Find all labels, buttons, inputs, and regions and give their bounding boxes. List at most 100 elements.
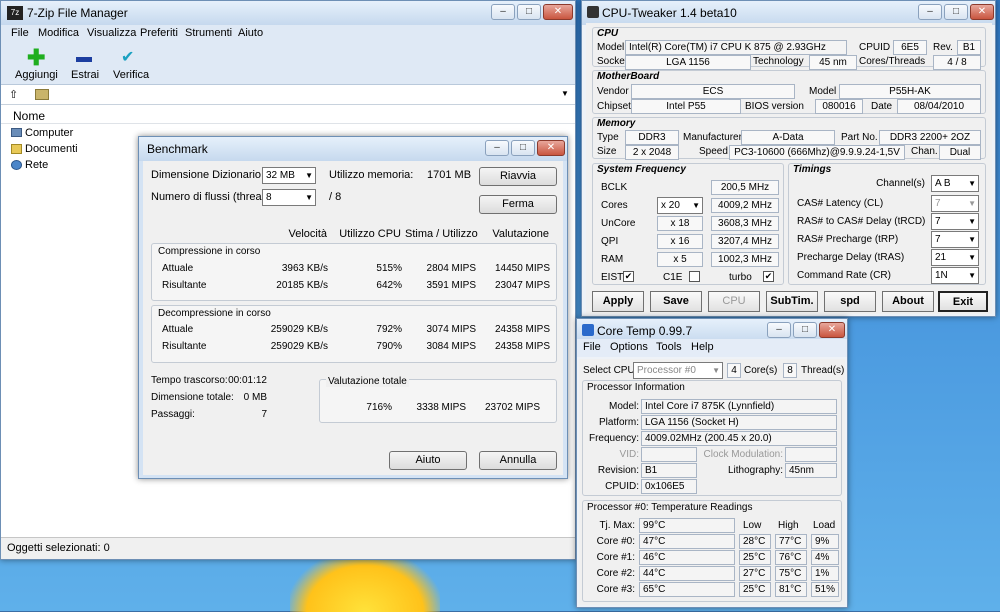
cpu-tweaker-titlebar[interactable]: CPU-Tweaker 1.4 beta10 – □ ✕ [582,1,995,25]
uncore-freq-field: 3608,3 MHz [711,216,779,231]
close-button[interactable]: ✕ [537,140,565,156]
tjmax-field: 99°C [639,518,735,533]
eist-checkbox[interactable]: ✔ [623,271,634,282]
window-title: 7-Zip File Manager [27,6,128,20]
menu-modifica[interactable]: Modifica [38,27,79,39]
tree-label: Rete [25,159,49,171]
subtimings-button[interactable]: SubTim. [766,291,818,312]
7zip-titlebar[interactable]: 7z 7-Zip File Manager – □ ✕ [1,1,575,25]
maximize-button[interactable]: □ [511,140,535,156]
help-button[interactable]: Aiuto [389,451,467,470]
select-cpu-dropdown[interactable]: Processor #0 [633,362,723,379]
c1e-checkbox[interactable] [689,271,700,282]
save-button[interactable]: Save [650,291,702,312]
core-high: 75°C [775,566,807,581]
close-button[interactable]: ✕ [543,4,573,20]
cancel-button[interactable]: Annulla [479,451,557,470]
mem-size-field: 2 x 2048 [625,145,679,160]
maximize-button[interactable]: □ [793,322,817,338]
trp-select[interactable]: 7 [931,231,979,248]
speed-value: 259029 KB/s [270,341,328,352]
cas-latency-select[interactable]: 7 [931,195,979,212]
7zip-menubar: File Modifica Visualizza Preferiti Strum… [1,25,575,43]
close-button[interactable]: ✕ [970,4,994,20]
trcd-select[interactable]: 7 [931,213,979,230]
menu-preferiti[interactable]: Preferiti [140,27,178,39]
turbo-checkbox[interactable]: ✔ [763,271,774,282]
column-name[interactable]: Nome [13,109,45,123]
address-bar[interactable]: ⇧ ▼ [1,86,575,105]
group-title: Memory [597,118,636,129]
network-icon [11,160,22,170]
status-text: Oggetti selezionati: 0 [7,542,110,554]
about-button[interactable]: About [882,291,934,312]
tras-select[interactable]: 21 [931,249,979,266]
menu-tools[interactable]: Tools [656,341,682,353]
minimize-button[interactable]: – [491,4,515,20]
up-folder-icon[interactable]: ⇧ [9,88,18,101]
memory-label: Utilizzo memoria: [329,169,414,181]
extract-button[interactable]: Estrai [69,47,103,83]
cas-latency-label: CAS# Latency (CL) [797,198,884,209]
model-label: Model: [608,401,639,412]
menu-visualizza[interactable]: Visualizza [87,27,136,39]
rev-label: Rev. [933,42,953,53]
dictionary-select[interactable]: 32 MB [262,167,316,184]
elapsed-label: Tempo trascorso: [151,375,228,386]
extract-button-label: Estrai [71,69,100,81]
total-rating-group: Valutazione totale 716% 3338 MIPS 23702 … [319,376,557,423]
channels-select[interactable]: A B [931,175,979,192]
maximize-button[interactable]: □ [944,4,968,20]
core-low: 28°C [739,534,771,549]
menu-help[interactable]: Help [691,341,714,353]
spd-button[interactable]: spd [824,291,876,312]
model-field: Intel Core i7 875K (Lynnfield) [641,399,837,414]
menu-aiuto[interactable]: Aiuto [238,27,263,39]
add-button[interactable]: ✚ Aggiungi [13,47,59,83]
threads-count: 8 [783,363,797,378]
7zip-app-icon: 7z [7,6,23,20]
exit-button[interactable]: Exit [938,291,988,312]
menu-strumenti[interactable]: Strumenti [185,27,232,39]
cores-multiplier-select[interactable]: x 20 [657,197,703,214]
platform-field: LGA 1156 (Socket H) [641,415,837,430]
core-temp: 65°C [639,582,735,597]
dictionary-label: Dimensione Dizionario: [151,169,265,181]
stop-button[interactable]: Ferma [479,195,557,214]
compression-group: Compressione in corso Attuale 3963 KB/s … [151,243,557,301]
drive-icon [35,89,49,100]
menu-file[interactable]: File [583,341,601,353]
tjmax-label: Tj. Max: [599,520,635,531]
menu-file[interactable]: File [11,27,29,39]
part-number-field: DDR3 2200+ 2OZ [879,130,981,145]
chipset-field: Intel P55 [631,99,741,114]
apply-button[interactable]: Apply [592,291,644,312]
total-size-value: 0 MB [243,392,267,403]
app-icon [587,6,599,18]
tweaker-body: CPU Model Intel(R) Core(TM) i7 CPU K 875… [586,23,992,314]
passes-label: Passaggi: [151,409,195,420]
cpu-button[interactable]: CPU [708,291,760,312]
channels-label: Channel(s) [876,178,925,189]
uncore-multiplier-field: x 18 [657,216,703,231]
close-button[interactable]: ✕ [819,322,845,338]
menu-options[interactable]: Options [610,341,648,353]
test-button[interactable]: ✔ Verifica [111,47,151,83]
minimize-button[interactable]: – [485,140,509,156]
maximize-button[interactable]: □ [517,4,541,20]
uncore-label: UnCore [601,218,636,229]
threads-select[interactable]: 8 [262,189,316,206]
command-rate-select[interactable]: 1N [931,267,979,284]
minimize-button[interactable]: – [918,4,942,20]
benchmark-dialog: Benchmark – □ ✕ Dimensione Dizionario: 3… [138,136,568,479]
benchmark-titlebar[interactable]: Benchmark – □ ✕ [139,137,567,161]
col-estimate: Stima / Utilizzo [405,228,478,240]
total-cpu-usage: 716% [366,402,392,413]
restart-button[interactable]: Riavvia [479,167,557,186]
trp-label: RAS# Precharge (tRP) [797,234,899,245]
elapsed-value: 00:01:12 [228,375,267,386]
group-title: MotherBoard [597,71,660,82]
address-dropdown-icon[interactable]: ▼ [561,89,569,98]
minimize-button[interactable]: – [767,322,791,338]
cpu-usage-value: 515% [376,263,402,274]
